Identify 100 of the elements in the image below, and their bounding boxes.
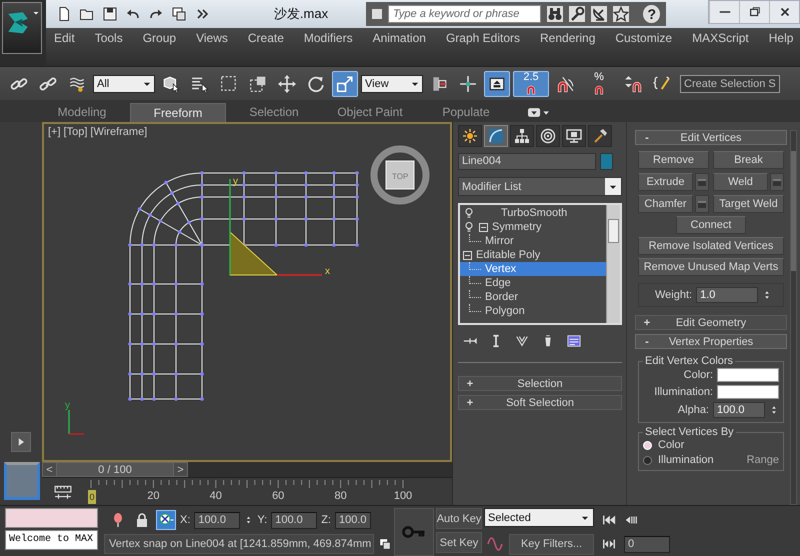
menu-item[interactable]: Tools: [94, 31, 123, 46]
scrollbar[interactable]: [606, 205, 620, 323]
viewport[interactable]: [+] [Top] [Wireframe] y TOP x y: [42, 122, 452, 462]
viewport-menu-label[interactable]: [+]: [48, 126, 61, 138]
menu-item[interactable]: Edit: [54, 31, 75, 46]
color-swatch[interactable]: [717, 368, 779, 382]
stack-item[interactable]: Vertex: [460, 262, 606, 276]
key-filters-button[interactable]: Key Filters...: [509, 534, 594, 554]
menu-item[interactable]: Rendering: [540, 31, 596, 46]
dropdown[interactable]: View: [361, 74, 423, 92]
settings-button[interactable]: [770, 173, 784, 191]
scrollbar[interactable]: [790, 130, 797, 505]
cursor-cross-icon[interactable]: [156, 510, 176, 530]
viewport-menu-label[interactable]: [Wireframe]: [90, 126, 148, 138]
tool-button[interactable]: Remove: [638, 151, 709, 169]
keyboard-up-icon[interactable]: [484, 70, 510, 96]
window-stack-icon[interactable]: [378, 537, 392, 551]
app-logo-button[interactable]: [2, 2, 42, 54]
star-icon[interactable]: [613, 6, 630, 22]
tool-button[interactable]: Connect: [676, 216, 746, 234]
ribbon-tab[interactable]: Selection: [226, 103, 322, 122]
rollout-header[interactable]: - Edit Vertices: [635, 130, 787, 145]
ribbon-menu-icon[interactable]: [528, 107, 550, 118]
radio-option[interactable]: Color: [643, 439, 684, 451]
hierarchy-icon[interactable]: [510, 125, 534, 147]
menu-item[interactable]: Modifiers: [304, 31, 353, 46]
menu-item[interactable]: Views: [196, 31, 228, 46]
percent-snap-button[interactable]: %: [581, 70, 617, 96]
binoculars-icon[interactable]: [547, 6, 564, 22]
coordinate-field[interactable]: 100.0: [271, 512, 318, 528]
wrench-icon[interactable]: [569, 6, 586, 22]
rollout-header[interactable]: + Soft Selection: [458, 395, 622, 410]
coordinate-field[interactable]: 100.0: [194, 512, 240, 528]
tool-button[interactable]: Remove Isolated Vertices: [638, 237, 784, 255]
tool-button[interactable]: Chamfer: [638, 195, 693, 213]
stack-item[interactable]: Border: [460, 290, 606, 304]
sunburst-icon[interactable]: [458, 125, 482, 147]
curve-icon[interactable]: [484, 125, 508, 147]
stack-item[interactable]: Symmetry: [460, 220, 606, 234]
rollout-header[interactable]: + Edit Geometry: [635, 315, 787, 330]
dropdown[interactable]: All: [93, 74, 155, 92]
help-button[interactable]: ?: [643, 5, 660, 23]
tool-button[interactable]: Target Weld: [713, 195, 784, 213]
snap-toggle-button[interactable]: 2.5: [513, 70, 549, 96]
time-slider-thumb[interactable]: < 0 / 100 >: [42, 462, 188, 477]
stack-item[interactable]: Polygon: [460, 304, 606, 318]
stack-item[interactable]: Editable Poly: [460, 248, 606, 262]
weight-field[interactable]: 1.0: [696, 287, 758, 303]
key-step-icon[interactable]: [602, 537, 616, 551]
color-swatch[interactable]: [717, 385, 779, 399]
tool-button[interactable]: Weld: [713, 173, 768, 191]
time-slider-track[interactable]: < 0 / 100 >: [42, 462, 452, 478]
auto-key-button[interactable]: Auto Key: [436, 508, 482, 529]
previous-frame-button[interactable]: <: [43, 463, 57, 476]
object-name-field[interactable]: Line004: [458, 153, 596, 170]
script-output-field[interactable]: Welcome to MAX: [5, 530, 98, 550]
menu-item[interactable]: Graph Editors: [446, 31, 520, 46]
set-key-button[interactable]: Set Key: [436, 532, 482, 553]
monitor-icon[interactable]: [562, 125, 586, 147]
menu-item[interactable]: Customize: [615, 31, 672, 46]
menu-item[interactable]: Animation: [372, 31, 426, 46]
menu-item[interactable]: Group: [142, 31, 176, 46]
skip-start-icon[interactable]: [602, 513, 616, 527]
tool-button[interactable]: Extrude: [638, 173, 693, 191]
menu-item[interactable]: Help: [768, 31, 794, 46]
viewcube[interactable]: [370, 146, 430, 204]
key-mode-dropdown[interactable]: Selected: [484, 508, 594, 527]
ribbon-tab[interactable]: Modeling: [34, 103, 130, 122]
modifier-list-dropdown[interactable]: Modifier List: [458, 177, 622, 196]
tool-button[interactable]: Break: [713, 151, 784, 169]
stack-item[interactable]: Mirror: [460, 234, 606, 248]
ribbon-tab[interactable]: Freeform: [130, 103, 226, 122]
script-input-field[interactable]: [5, 508, 98, 528]
ribbon-tab[interactable]: Object Paint: [322, 103, 418, 122]
coordinate-field[interactable]: 100.0: [334, 512, 371, 528]
window-list-icon[interactable]: [567, 334, 581, 348]
stack-item[interactable]: TurboSmooth: [460, 206, 606, 220]
settings-button[interactable]: [695, 195, 709, 213]
radio-option[interactable]: Illumination: [643, 454, 714, 466]
play-button[interactable]: [11, 432, 31, 452]
window-stack-icon[interactable]: [171, 6, 187, 22]
object-color-swatch[interactable]: [600, 153, 613, 170]
stack-item[interactable]: Edge: [460, 276, 606, 290]
hammer-icon[interactable]: [588, 125, 612, 147]
v-shape-icon[interactable]: [515, 334, 529, 348]
ribbon-tab[interactable]: Populate: [418, 103, 514, 122]
collapse-box-icon[interactable]: [463, 250, 472, 260]
search-field[interactable]: Type a keyword or phrase: [388, 5, 542, 23]
lightbulb-icon[interactable]: [463, 221, 475, 233]
rollout-header[interactable]: + Selection: [458, 376, 622, 391]
lightbulb-icon[interactable]: [463, 207, 475, 219]
named-selection-field[interactable]: Create Selection S: [680, 74, 780, 92]
viewport-menu-label[interactable]: [Top]: [64, 126, 88, 138]
collapse-box-icon[interactable]: [479, 222, 488, 232]
next-frame-button[interactable]: >: [173, 463, 187, 476]
alpha-field[interactable]: 100.0: [713, 402, 765, 418]
menu-item[interactable]: Create: [248, 31, 284, 46]
rollout-header[interactable]: - Vertex Properties: [635, 334, 787, 349]
settings-button[interactable]: [695, 173, 709, 191]
current-frame-marker[interactable]: 0: [88, 490, 96, 504]
